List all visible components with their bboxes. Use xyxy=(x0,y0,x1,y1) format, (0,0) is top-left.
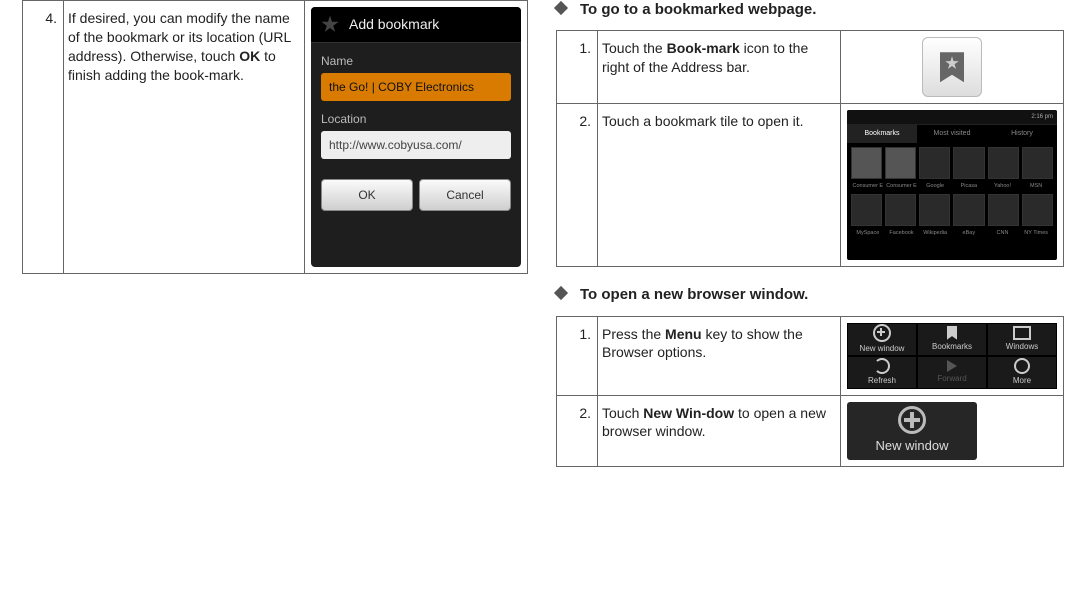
bookmark-tile[interactable] xyxy=(988,147,1019,179)
menu-windows[interactable]: Windows xyxy=(987,323,1057,356)
left-steps-table: 4. If desired, you can modify the name o… xyxy=(22,0,528,274)
step-screenshot: 2:16 pm Bookmarks Most visited History xyxy=(841,104,1064,267)
menu-forward: Forward xyxy=(917,356,987,389)
step-text: Press the Menu key to show the Browser o… xyxy=(598,316,841,395)
dialog-title: Add bookmark xyxy=(349,15,439,34)
plus-icon xyxy=(898,406,926,434)
location-label: Location xyxy=(311,101,521,131)
menu-refresh[interactable]: Refresh xyxy=(847,356,917,389)
bookmark-tile[interactable] xyxy=(885,194,916,226)
menu-bookmarks[interactable]: Bookmarks xyxy=(917,323,987,356)
bookmark-tile[interactable] xyxy=(953,194,984,226)
section1-table: 1. Touch the Book-mark icon to the right… xyxy=(556,30,1064,267)
bookmarks-grid: 2:16 pm Bookmarks Most visited History xyxy=(847,110,1057,260)
bookmark-tile[interactable] xyxy=(988,194,1019,226)
step-text: Touch New Win-dow to open a new browser … xyxy=(598,395,841,466)
browser-menu: New window Bookmarks Windows Refresh For… xyxy=(847,323,1057,389)
bookmark-tile[interactable] xyxy=(1022,147,1053,179)
status-time: 2:16 pm xyxy=(1031,113,1053,121)
step-number: 1. xyxy=(557,316,598,395)
menu-more[interactable]: More xyxy=(987,356,1057,389)
bookmark-tile[interactable] xyxy=(885,147,916,179)
name-label: Name xyxy=(311,43,521,73)
section-title: To go to a bookmarked webpage. xyxy=(556,0,1064,20)
add-bookmark-dialog: Add bookmark Name the Go! | COBY Electro… xyxy=(311,7,521,267)
table-row: 4. If desired, you can modify the name o… xyxy=(23,1,528,274)
section2-table: 1. Press the Menu key to show the Browse… xyxy=(556,316,1064,467)
star-icon xyxy=(321,15,339,33)
diamond-icon xyxy=(554,286,568,300)
location-field[interactable]: http://www.cobyusa.com/ xyxy=(321,131,511,159)
step-text: If desired, you can modify the name of t… xyxy=(64,1,305,274)
bookmark-tile[interactable] xyxy=(1022,194,1053,226)
table-row: 2. Touch a bookmark tile to open it. 2:1… xyxy=(557,104,1064,267)
bookmark-tile[interactable] xyxy=(851,147,882,179)
bookmark-tile[interactable] xyxy=(919,194,950,226)
step-text: Touch the Book-mark icon to the right of… xyxy=(598,31,841,104)
step-screenshot: New window Bookmarks Windows Refresh For… xyxy=(841,316,1064,395)
step-screenshot: Add bookmark Name the Go! | COBY Electro… xyxy=(305,1,528,274)
bookmark-tile[interactable] xyxy=(919,147,950,179)
step-number: 1. xyxy=(557,31,598,104)
diamond-icon xyxy=(554,1,568,15)
name-field[interactable]: the Go! | COBY Electronics xyxy=(321,73,511,101)
step-screenshot: New window xyxy=(841,395,1064,466)
bookmark-icon[interactable] xyxy=(922,37,982,97)
table-row: 2. Touch New Win-dow to open a new brows… xyxy=(557,395,1064,466)
table-row: 1. Press the Menu key to show the Browse… xyxy=(557,316,1064,395)
menu-new-window[interactable]: New window xyxy=(847,323,917,356)
cancel-button[interactable]: Cancel xyxy=(419,179,511,211)
table-row: 1. Touch the Book-mark icon to the right… xyxy=(557,31,1064,104)
step-number: 4. xyxy=(23,1,64,274)
step-number: 2. xyxy=(557,395,598,466)
step-text: Touch a bookmark tile to open it. xyxy=(598,104,841,267)
ok-button[interactable]: OK xyxy=(321,179,413,211)
tab-most-visited[interactable]: Most visited xyxy=(917,125,987,142)
step-screenshot xyxy=(841,31,1064,104)
bookmark-tile[interactable] xyxy=(851,194,882,226)
bookmark-tile[interactable] xyxy=(953,147,984,179)
tab-history[interactable]: History xyxy=(987,125,1057,142)
section-title: To open a new browser window. xyxy=(556,285,1064,305)
tab-bookmarks[interactable]: Bookmarks xyxy=(847,125,917,142)
step-number: 2. xyxy=(557,104,598,267)
new-window-tile[interactable]: New window xyxy=(847,402,977,460)
